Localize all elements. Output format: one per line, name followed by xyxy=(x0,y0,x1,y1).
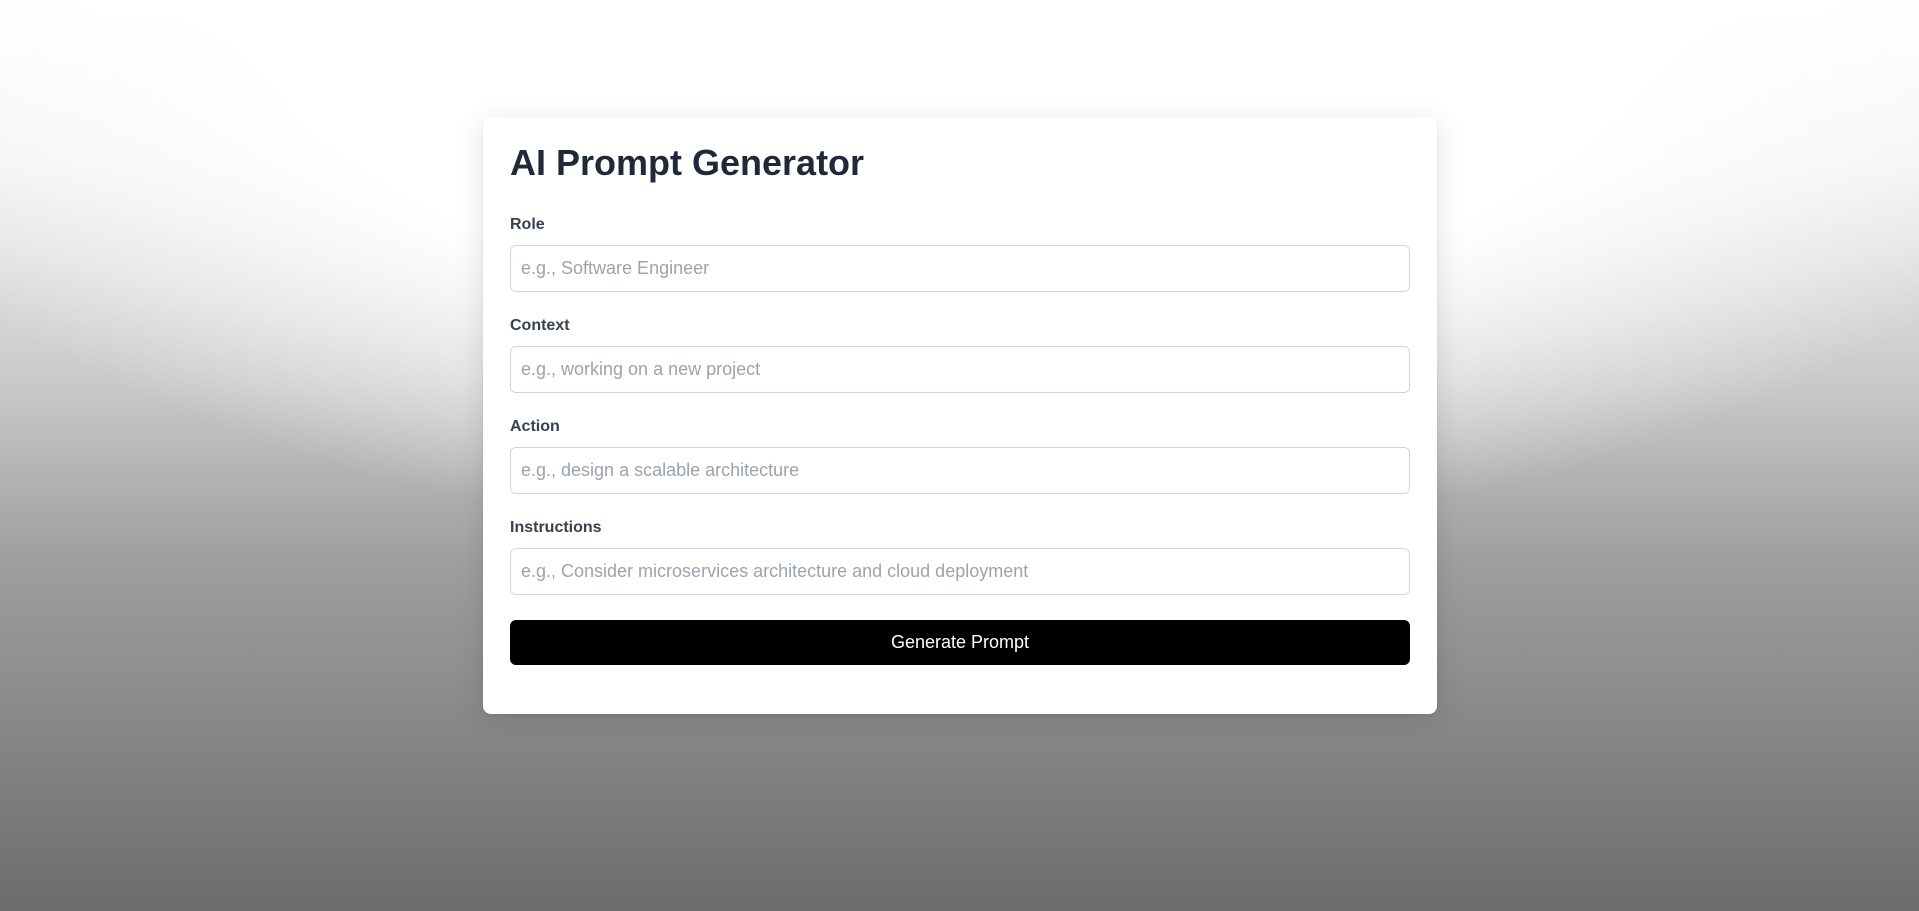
prompt-generator-card: AI Prompt Generator Role Context Action … xyxy=(483,117,1437,714)
instructions-label: Instructions xyxy=(510,519,602,536)
role-label: Role xyxy=(510,216,545,233)
role-field-group: Role xyxy=(510,216,1410,292)
action-label: Action xyxy=(510,418,560,435)
context-input[interactable] xyxy=(510,346,1410,393)
instructions-input[interactable] xyxy=(510,548,1410,595)
page-title: AI Prompt Generator xyxy=(510,142,865,183)
context-label: Context xyxy=(510,317,570,334)
action-input[interactable] xyxy=(510,447,1410,494)
action-field-group: Action xyxy=(510,418,1410,494)
role-input[interactable] xyxy=(510,245,1410,292)
generate-prompt-button[interactable]: Generate Prompt xyxy=(510,620,1410,665)
context-field-group: Context xyxy=(510,317,1410,393)
instructions-field-group: Instructions xyxy=(510,519,1410,595)
